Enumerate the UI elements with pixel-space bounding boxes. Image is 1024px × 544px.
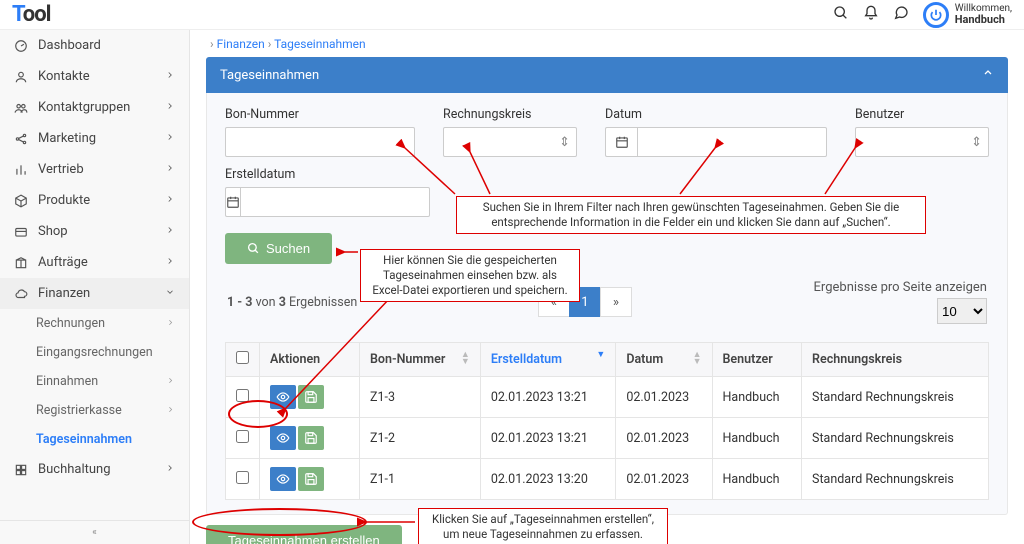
label-kreis: Rechnungskreis (443, 107, 577, 122)
sidebar-sub-registrierkasse[interactable]: Registrierkasse (0, 396, 189, 425)
row-checkbox[interactable] (236, 430, 249, 443)
select-benutzer[interactable]: ⇕ (855, 127, 989, 157)
label-bon: Bon-Nummer (225, 107, 415, 122)
search-button[interactable]: Suchen (225, 233, 332, 264)
sidebar-item-produkte[interactable]: Produkte (0, 185, 189, 216)
sidebar-item-buchhaltung[interactable]: Buchhaltung (0, 454, 189, 485)
sidebar-sub-tageseinnahmen[interactable]: Tageseinnahmen (0, 425, 189, 454)
calendar-icon[interactable] (225, 187, 240, 217)
breadcrumb-tageseinnahmen[interactable]: Tageseinnahmen (274, 37, 366, 51)
label-datum: Datum (605, 107, 827, 122)
panel-title: Tageseinnahmen (220, 68, 319, 83)
select-all-checkbox[interactable] (236, 351, 249, 364)
col-datum[interactable]: Datum▲▼ (616, 343, 712, 377)
pager-next[interactable]: » (600, 287, 632, 317)
col-kreis: Rechnungskreis (802, 343, 989, 377)
results-table: Aktionen Bon-Nummer▲▼ Erstelldatum▼ Datu… (225, 342, 989, 500)
callout-actions: Hier können Sie die gespeicherten Tagese… (360, 249, 580, 302)
col-erstell[interactable]: Erstelldatum▼ (480, 343, 615, 377)
breadcrumb-finanzen[interactable]: Finanzen (217, 37, 265, 51)
label-erstell: Erstelldatum (225, 167, 420, 182)
breadcrumb: › Finanzen › Tageseinnahmen (206, 34, 1008, 57)
sidebar-sub-eingangsrechnungen[interactable]: Eingangsrechnungen (0, 338, 189, 367)
collapse-panel-icon[interactable] (982, 67, 994, 83)
chat-icon[interactable] (893, 5, 909, 25)
sidebar-item-marketing[interactable]: Marketing (0, 123, 189, 154)
user-menu[interactable]: Willkommen,Handbuch (923, 2, 1012, 28)
save-icon[interactable] (298, 467, 324, 491)
col-bon[interactable]: Bon-Nummer▲▼ (360, 343, 481, 377)
label-benutzer: Benutzer (855, 107, 989, 122)
sidebar-item-finanzen[interactable]: Finanzen (0, 278, 189, 309)
sidebar-sub-einnahmen[interactable]: Einnahmen (0, 367, 189, 396)
sidebar-item-dashboard[interactable]: Dashboard (0, 30, 189, 61)
row-checkbox[interactable] (236, 389, 249, 402)
collapse-sidebar[interactable]: « (0, 520, 190, 544)
view-icon[interactable] (270, 467, 296, 491)
callout-filter: Suchen Sie in Ihrem Filter nach Ihren ge… (456, 196, 926, 234)
select-kreis[interactable]: ⇕ (443, 127, 577, 157)
power-icon (923, 2, 949, 28)
save-icon[interactable] (298, 426, 324, 450)
callout-create: Klicken Sie auf „Tageseinnahmen erstelle… (418, 508, 668, 544)
search-icon[interactable] (833, 5, 849, 25)
sidebar-item-kontakte[interactable]: Kontakte (0, 61, 189, 92)
col-aktionen: Aktionen (260, 343, 360, 377)
row-checkbox[interactable] (236, 471, 249, 484)
sidebar-item-vertrieb[interactable]: Vertrieb (0, 154, 189, 185)
col-benutzer: Benutzer (712, 343, 802, 377)
table-row: Z1-302.01.2023 13:2102.01.2023HandbuchSt… (226, 377, 989, 418)
calendar-icon[interactable] (605, 127, 637, 157)
bell-icon[interactable] (863, 5, 879, 25)
view-icon[interactable] (270, 385, 296, 409)
sidebar-item-shop[interactable]: Shop (0, 216, 189, 247)
sidebar-item-aufträge[interactable]: Aufträge (0, 247, 189, 278)
view-icon[interactable] (270, 426, 296, 450)
input-bon[interactable] (225, 127, 415, 157)
per-page-label: Ergebnisse pro Seite anzeigen (814, 280, 987, 295)
input-datum[interactable] (637, 127, 827, 157)
per-page-select[interactable]: 10 (937, 298, 987, 324)
sidebar: DashboardKontakteKontaktgruppenMarketing… (0, 30, 190, 544)
input-erstell[interactable] (240, 187, 430, 217)
results-count: 1 - 3 von 3 Ergebnissen (227, 295, 357, 310)
table-row: Z1-202.01.2023 13:2102.01.2023HandbuchSt… (226, 418, 989, 459)
sidebar-sub-rechnungen[interactable]: Rechnungen (0, 309, 189, 338)
sidebar-item-kontaktgruppen[interactable]: Kontaktgruppen (0, 92, 189, 123)
table-row: Z1-102.01.2023 13:2002.01.2023HandbuchSt… (226, 459, 989, 500)
logo: Tool (12, 2, 50, 27)
create-button[interactable]: Tageseinnahmen erstellen (206, 525, 402, 544)
save-icon[interactable] (298, 385, 324, 409)
panel-header: Tageseinnahmen (206, 57, 1008, 93)
